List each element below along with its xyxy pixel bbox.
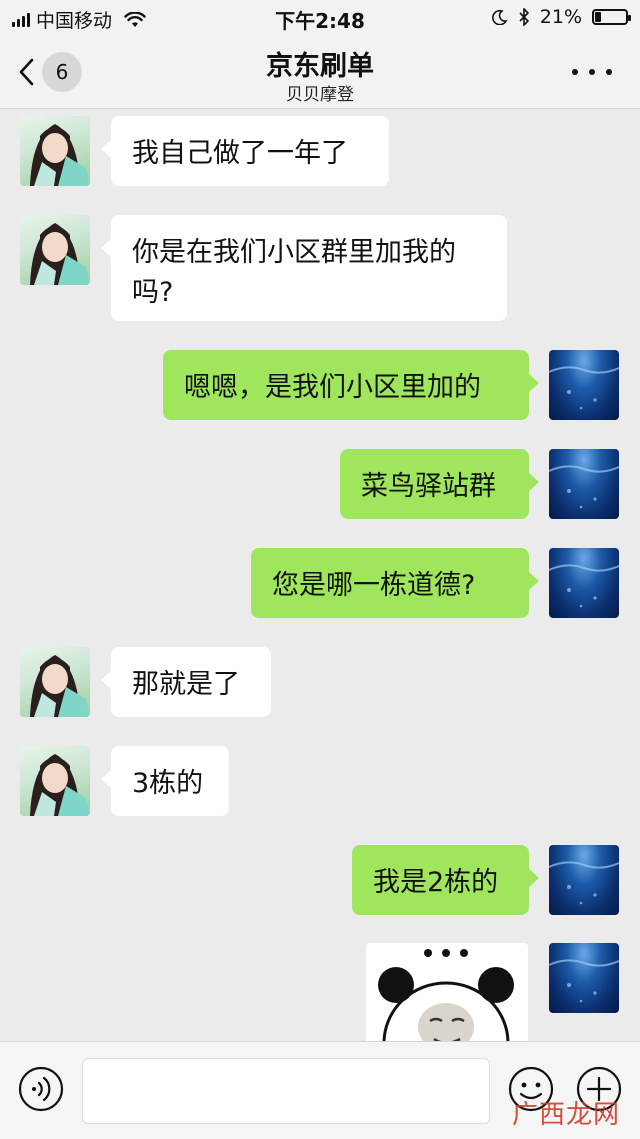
girl-portrait-icon bbox=[30, 655, 90, 717]
girl-portrait-icon bbox=[30, 223, 90, 285]
panda-meme-sticker[interactable] bbox=[366, 943, 528, 1041]
chat-subtitle: 贝贝摩登 bbox=[286, 85, 354, 105]
battery-percent: 21% bbox=[539, 6, 582, 28]
bluetooth-icon bbox=[519, 8, 529, 26]
watermark-logo: 广西龙网 bbox=[512, 1100, 621, 1130]
my-avatar[interactable] bbox=[549, 449, 619, 519]
voice-input-icon[interactable] bbox=[18, 1066, 64, 1112]
more-options-button[interactable] bbox=[572, 58, 612, 86]
more-dot-icon bbox=[589, 69, 595, 75]
my-avatar[interactable] bbox=[549, 548, 619, 618]
panda-face-icon bbox=[378, 949, 514, 1041]
do-not-disturb-moon-icon bbox=[491, 9, 508, 25]
my-avatar[interactable] bbox=[549, 845, 619, 915]
chat-header: 6 京东刷单 贝贝摩登 bbox=[0, 36, 640, 109]
girl-portrait-icon bbox=[30, 124, 90, 186]
ocean-water-icon bbox=[549, 959, 619, 1003]
message-bubble[interactable]: 我自己做了一年了 bbox=[101, 116, 389, 186]
message-bubble[interactable]: 那就是了 bbox=[101, 647, 271, 717]
status-bar: 中国移动 下午2:48 21% bbox=[0, 0, 640, 36]
ocean-water-icon bbox=[549, 366, 619, 410]
battery-level bbox=[595, 12, 601, 22]
message-bubble[interactable]: 我是2栋的 bbox=[352, 845, 539, 915]
more-dot-icon bbox=[572, 69, 578, 75]
message-input[interactable] bbox=[82, 1058, 490, 1124]
ocean-water-icon bbox=[549, 465, 619, 509]
my-avatar[interactable] bbox=[549, 943, 619, 1013]
my-avatar[interactable] bbox=[549, 350, 619, 420]
message-bubble[interactable]: 3栋的 bbox=[101, 746, 229, 816]
message-bubble[interactable]: 你是在我们小区群里加我的吗? bbox=[101, 215, 507, 321]
girl-portrait-icon bbox=[30, 754, 90, 816]
more-dot-icon bbox=[606, 69, 612, 75]
contact-avatar[interactable] bbox=[20, 215, 90, 285]
contact-avatar[interactable] bbox=[20, 116, 90, 186]
message-list[interactable]: 我自己做了一年了 你是在我们小区群里加我的吗? 嗯嗯，是我们小区里加的 菜鸟驿站… bbox=[0, 109, 640, 1041]
ocean-water-icon bbox=[549, 861, 619, 905]
status-right: 21% bbox=[491, 6, 631, 28]
ocean-water-icon bbox=[549, 564, 619, 608]
message-bubble[interactable]: 您是哪一栋道德? bbox=[251, 548, 539, 618]
message-bubble[interactable]: 菜鸟驿站群 bbox=[340, 449, 539, 519]
message-bubble[interactable]: 嗯嗯，是我们小区里加的 bbox=[163, 350, 539, 420]
contact-avatar[interactable] bbox=[20, 746, 90, 816]
chat-title: 京东刷单 bbox=[266, 51, 374, 82]
battery-icon bbox=[592, 9, 631, 25]
contact-avatar[interactable] bbox=[20, 647, 90, 717]
